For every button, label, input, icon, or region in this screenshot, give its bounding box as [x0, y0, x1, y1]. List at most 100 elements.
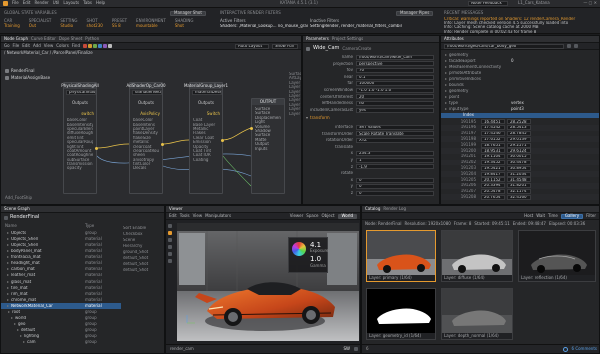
output-port[interactable] [221, 139, 224, 142]
subtab-time[interactable]: Time [548, 213, 558, 219]
node-type-dropdown[interactable]: materialDesign [192, 90, 222, 95]
rotate-tool-icon[interactable] [168, 238, 172, 242]
param-field[interactable]: SRT Values [356, 124, 434, 130]
table-cell[interactable]: 29.0139 [507, 136, 531, 142]
menu-item[interactable]: Layouts [63, 1, 79, 6]
table-cell[interactable]: 30.0015 [507, 154, 531, 160]
tree-toggle-icon[interactable]: ▸ [5, 315, 15, 321]
menu-item[interactable]: Tabs [83, 1, 92, 6]
table-cell[interactable]: 30.8954 [507, 165, 531, 171]
table-cell[interactable]: 18.7651 [481, 142, 505, 148]
viewport-render[interactable] [177, 223, 359, 341]
table-cell[interactable]: 32.4560 [507, 194, 531, 200]
global-var[interactable]: CAR Training [4, 18, 20, 28]
manager-shot-button[interactable]: Manager Shot [170, 10, 206, 16]
mode-viewer[interactable]: Viewer [290, 213, 304, 219]
table-cell[interactable]: 31.4548 [507, 177, 531, 183]
table-cell[interactable]: 28.5413 [507, 125, 531, 131]
table-cell[interactable]: 28.2528 [507, 119, 531, 125]
catalog-thumb-geometry-id[interactable]: Layer: geometry_id (1/64) [366, 288, 436, 340]
table-cell[interactable]: 20.3394 [481, 183, 505, 189]
tab-viewer[interactable]: Viewer [169, 206, 183, 212]
table-cell[interactable]: 20.7654 [481, 194, 505, 200]
subtab-filter[interactable]: Filter [586, 213, 596, 219]
param-field[interactable]: 0.1 [356, 74, 434, 80]
table-cell[interactable]: 20.1152 [481, 177, 505, 183]
tree-toggle-icon[interactable]: ▸ [5, 322, 18, 327]
viewer-menu-tools[interactable]: Tools [180, 213, 190, 219]
table-cell[interactable]: 19.1104 [481, 154, 505, 160]
table-cell[interactable]: 20.5478 [481, 188, 505, 194]
menu-item[interactable]: Render [34, 1, 48, 6]
window-controls[interactable]: — ▢ ✕ [583, 1, 597, 6]
table-cell[interactable]: 29.2571 [507, 142, 531, 148]
scene-graph-root[interactable]: RenderFinal [4, 214, 39, 221]
param-field[interactable]: -1.0 1.0 -1.0 1.0 [356, 87, 434, 93]
param-field[interactable]: 234.3 [356, 151, 434, 157]
shader-node-3[interactable]: MaterialGroup_Layer1 materialDesign Outp… [184, 82, 228, 194]
table-cell[interactable]: 17.4546 [481, 130, 505, 136]
scale-tool-icon[interactable] [168, 245, 172, 249]
catalog-thumb-reflection[interactable]: Layer: reflection (1/64) [518, 230, 596, 282]
tree-toggle-icon[interactable]: ▸ [5, 309, 12, 315]
comments-icon[interactable] [562, 346, 568, 352]
tree-toggle-icon[interactable]: ▸ [5, 328, 21, 333]
global-var[interactable]: SHADING Shot [175, 18, 194, 28]
menu-item[interactable]: File [12, 1, 19, 6]
tree-toggle-icon[interactable]: ▸ [5, 340, 27, 345]
color-wheel-icon[interactable] [292, 242, 306, 256]
tree-toggle-icon[interactable]: ▸ [5, 334, 24, 339]
feedback-dropdown[interactable]: Node Feedback [468, 1, 508, 6]
table-cell[interactable]: 31.8201 [507, 183, 531, 189]
select-tool-icon[interactable] [168, 224, 172, 228]
viewer-menu-view[interactable]: View [193, 213, 203, 219]
refresh-icon[interactable] [574, 44, 578, 48]
mode-world[interactable]: World [337, 213, 357, 219]
subtab-gallery[interactable]: Gallery [560, 213, 584, 219]
lock-icon[interactable] [4, 215, 8, 220]
attribute-path-input[interactable]: /root/world/geo/cars/car_body_geo [444, 43, 564, 49]
table-cell[interactable]: 19.3452 [481, 159, 505, 165]
param-field[interactable]: 20 [356, 94, 434, 100]
tab-render-log[interactable]: Render Log [383, 206, 406, 212]
camera-tool-icon[interactable] [168, 259, 172, 263]
global-var[interactable]: ENVIRONMENT mountable [136, 18, 166, 28]
catalog-thumb-diffuse[interactable]: Layer: diffuse (1/64) [441, 230, 513, 282]
tab-project-settings[interactable]: Project Settings [332, 36, 363, 42]
table-cell[interactable]: 30.4478 [507, 159, 531, 165]
comments-link[interactable]: 6 Comments [572, 346, 598, 352]
menu-item[interactable]: Help [96, 1, 105, 6]
exposure-overlay[interactable]: 4.1 Exposure 1.0 Gamma [288, 237, 329, 273]
output-port[interactable] [95, 147, 98, 150]
output-node[interactable]: OUTPUT Surface Surface Displacement Light Vo… [250, 98, 285, 194]
tab-catalog[interactable]: Catalog [365, 206, 380, 212]
param-field[interactable]: 0 [356, 177, 434, 183]
global-var[interactable]: SHOT shot230 [87, 18, 103, 28]
message-line[interactable]: Info: Render complete in 00:02:43 for fr… [444, 30, 596, 34]
output-port[interactable] [161, 143, 164, 146]
tab-parameters[interactable]: Parameters [306, 36, 329, 42]
param-field[interactable]: Scale Rotate Translate [356, 131, 434, 137]
param-field[interactable]: 100000 [356, 81, 434, 87]
subtab-host[interactable]: Host [524, 213, 533, 219]
param-field[interactable]: 0 [356, 184, 434, 190]
snapshot-icon[interactable] [354, 347, 358, 351]
param-field[interactable]: 0 [356, 190, 434, 196]
table-cell[interactable]: 18.9531 [481, 148, 505, 154]
node-type-dropdown[interactable]: physicalShaderNe [66, 90, 96, 95]
param-field[interactable]: perspective [356, 61, 434, 67]
table-cell[interactable]: 16.4451 [481, 119, 505, 125]
light-tool-icon[interactable] [168, 252, 172, 256]
tab-attributes[interactable]: Attributes [444, 36, 464, 42]
global-var[interactable]: SETTING Studio [60, 18, 77, 28]
table-cell[interactable]: 29.6124 [507, 148, 531, 154]
catalog-thumb-depth[interactable]: Layer: depth_normal (1/64) [441, 288, 513, 340]
param-field[interactable]: -1.9 [356, 164, 434, 170]
param-field[interactable]: yes [356, 107, 434, 113]
param-field[interactable]: 70 [356, 67, 434, 73]
pin-icon[interactable] [567, 44, 571, 48]
table-cell[interactable]: 19.8417 [481, 171, 505, 177]
viewer-menu-edit[interactable]: Edit [169, 213, 177, 219]
mode-space[interactable]: Space [306, 213, 318, 219]
table-cell[interactable]: 19.5421 [481, 165, 505, 171]
